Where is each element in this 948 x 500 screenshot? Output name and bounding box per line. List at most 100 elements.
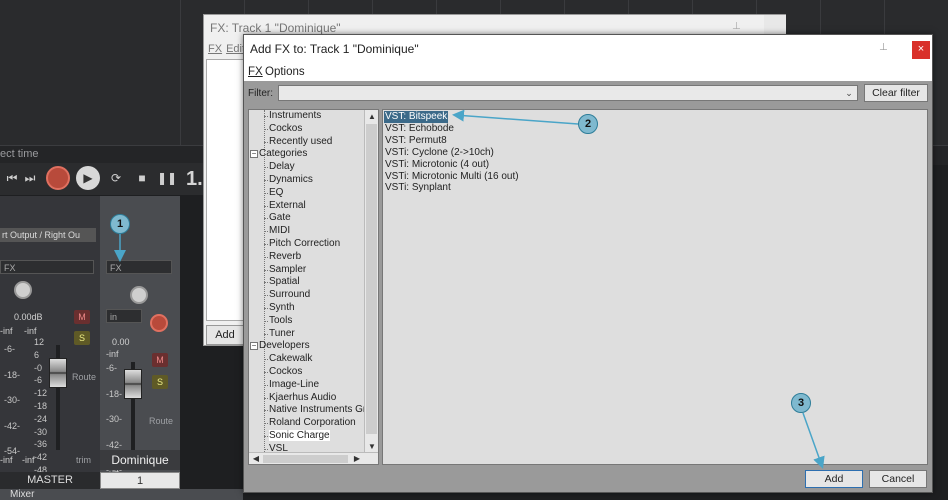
tree-item[interactable]: Roland Corporation	[249, 417, 356, 430]
tree-item[interactable]: Tools	[249, 315, 292, 328]
record-button[interactable]	[46, 166, 70, 190]
loop-icon[interactable]: ⟳	[104, 166, 128, 190]
fx-window-add-button[interactable]: Add	[206, 325, 244, 345]
category-tree-list: Instruments Cockos Recently used − Categorie…	[249, 110, 364, 454]
collapse-icon[interactable]: −	[250, 150, 258, 159]
plugin-item[interactable]: VSTi: Synplant	[384, 182, 452, 194]
tree-hscroll-thumb[interactable]	[263, 455, 348, 463]
tree-item[interactable]: Spatial	[249, 276, 300, 289]
input-selector[interactable]: in	[106, 309, 142, 323]
fx-chain-list[interactable]	[206, 59, 244, 321]
master-volume-knob[interactable]	[14, 281, 32, 299]
tree-item[interactable]: Surround	[249, 289, 310, 302]
pin-icon[interactable]: ⊥	[879, 42, 888, 53]
collapse-icon[interactable]: −	[250, 342, 258, 351]
track-name-label[interactable]: Dominique	[100, 450, 180, 470]
track-pan-knob[interactable]	[130, 286, 148, 304]
meter-scale-tick: 12	[34, 337, 45, 347]
tree-item[interactable]: MIDI	[249, 225, 290, 238]
tree-item-label: Spatial	[269, 276, 300, 288]
master-solo-button[interactable]: S	[74, 331, 90, 345]
tree-item[interactable]: Pitch Correction	[249, 238, 340, 251]
master-route-button[interactable]: Route	[72, 372, 96, 382]
tree-vertical-scrollbar[interactable]: ▲ ▼	[364, 110, 378, 454]
skip-end-icon[interactable]: ⏭	[18, 166, 42, 190]
add-button[interactable]: Add	[805, 470, 863, 488]
track-number[interactable]: 1	[100, 472, 180, 489]
menu-options[interactable]: Options	[265, 66, 305, 78]
tree-item[interactable]: Cakewalk	[249, 353, 312, 366]
tree-item[interactable]: Instruments	[249, 110, 321, 123]
chevron-down-icon[interactable]: ⌄	[842, 87, 856, 99]
track-route-button[interactable]: Route	[149, 416, 173, 426]
plugin-item[interactable]: VST: Permut8	[384, 135, 448, 147]
tree-item-label: Cakewalk	[269, 353, 313, 365]
track-mute-button[interactable]: M	[152, 353, 168, 367]
meter-scale-tick: -36	[34, 439, 48, 450]
filter-label: Filter:	[248, 88, 273, 99]
scroll-right-icon[interactable]: ▶	[350, 453, 364, 464]
tree-item[interactable]: Dynamics	[249, 174, 313, 187]
scroll-up-icon[interactable]: ▲	[365, 110, 378, 124]
tree-item-label: Delay	[269, 161, 295, 173]
tree-horizontal-scrollbar[interactable]: ◀ ▶	[249, 452, 378, 464]
pause-icon[interactable]: ❚❚	[155, 166, 179, 190]
clear-filter-button[interactable]: Clear filter	[864, 84, 928, 102]
tree-item-label: External	[269, 199, 306, 211]
tree-item[interactable]: Synth	[249, 302, 295, 315]
tree-item[interactable]: Cockos	[249, 123, 302, 136]
master-mute-button[interactable]: M	[74, 310, 90, 324]
tree-category-node[interactable]: − Developers	[249, 340, 310, 353]
meter-scale-tick: -42-	[4, 420, 21, 431]
fx-window-menu-fx[interactable]: FX	[208, 43, 222, 55]
meter-scale-tick: 6	[34, 349, 40, 360]
mixer-tab[interactable]: Mixer	[0, 489, 243, 500]
stop-icon[interactable]: ■	[130, 166, 154, 190]
plugin-item[interactable]: VST: Echobode	[384, 123, 455, 135]
tree-item[interactable]: Tuner	[249, 328, 295, 341]
dialog-titlebar: Add FX to: Track 1 "Dominique" ⊥ ×	[244, 35, 932, 63]
tree-item[interactable]: Native Instruments Gr	[249, 404, 364, 417]
tree-category-node[interactable]: − Categories	[249, 148, 307, 161]
track-peak: -inf	[106, 349, 119, 359]
tree-item-label: Tuner	[269, 327, 295, 339]
tree-item[interactable]: Gate	[249, 212, 291, 225]
cancel-button[interactable]: Cancel	[869, 470, 927, 488]
tree-item[interactable]: Sampler	[249, 264, 306, 277]
track-fader[interactable]	[124, 369, 142, 399]
tree-item[interactable]: External	[249, 200, 306, 213]
filter-input[interactable]: ⌄	[278, 85, 858, 101]
tree-item[interactable]: Cockos	[249, 366, 302, 379]
tree-item[interactable]: Delay	[249, 161, 295, 174]
category-tree[interactable]: Instruments Cockos Recently used − Categorie…	[248, 109, 379, 465]
fx-window-title: FX: Track 1 "Dominique"	[210, 21, 341, 35]
play-button[interactable]: ▶	[76, 166, 100, 190]
plugin-item[interactable]: VSTi: Microtonic (4 out)	[384, 159, 490, 171]
master-peak-right: -inf	[24, 326, 37, 336]
plugin-list[interactable]: VST: Bitspeek VST: Echobode VST: Permut8 VS…	[382, 109, 928, 465]
tree-item-label: EQ	[269, 186, 284, 198]
tree-item-label: Cockos	[269, 122, 303, 134]
callout-3: 3	[791, 393, 811, 413]
master-fx-slot[interactable]: FX	[0, 260, 94, 274]
menu-fx[interactable]: FX	[248, 66, 263, 78]
plugin-item[interactable]: VSTi: Microtonic Multi (16 out)	[384, 171, 520, 183]
output-routing-label[interactable]: rt Output / Right Ou	[0, 228, 96, 242]
close-button[interactable]: ×	[912, 41, 930, 59]
fx-window-pin-icon[interactable]: ⊥	[732, 21, 741, 32]
track-record-arm-button[interactable]	[150, 314, 168, 332]
plugin-item[interactable]: VST: Bitspeek	[384, 111, 449, 123]
scroll-left-icon[interactable]: ◀	[249, 453, 263, 464]
tree-item[interactable]: Reverb	[249, 251, 301, 264]
tree-item[interactable]: Image-Line	[249, 379, 319, 392]
plugin-item[interactable]: VSTi: Cyclone (2->10ch)	[384, 147, 495, 159]
tree-scroll-thumb[interactable]	[366, 124, 377, 434]
track-fx-slot[interactable]: FX	[106, 260, 172, 274]
track-solo-button[interactable]: S	[152, 375, 168, 389]
master-fader[interactable]	[49, 358, 67, 388]
tree-item[interactable]: Recently used	[249, 136, 332, 149]
tree-item[interactable]: Sonic Charge	[249, 430, 330, 443]
meter-scale-tick: -6-	[4, 344, 15, 354]
tree-item[interactable]: EQ	[249, 187, 283, 200]
tree-item[interactable]: Kjaerhus Audio	[249, 392, 336, 405]
